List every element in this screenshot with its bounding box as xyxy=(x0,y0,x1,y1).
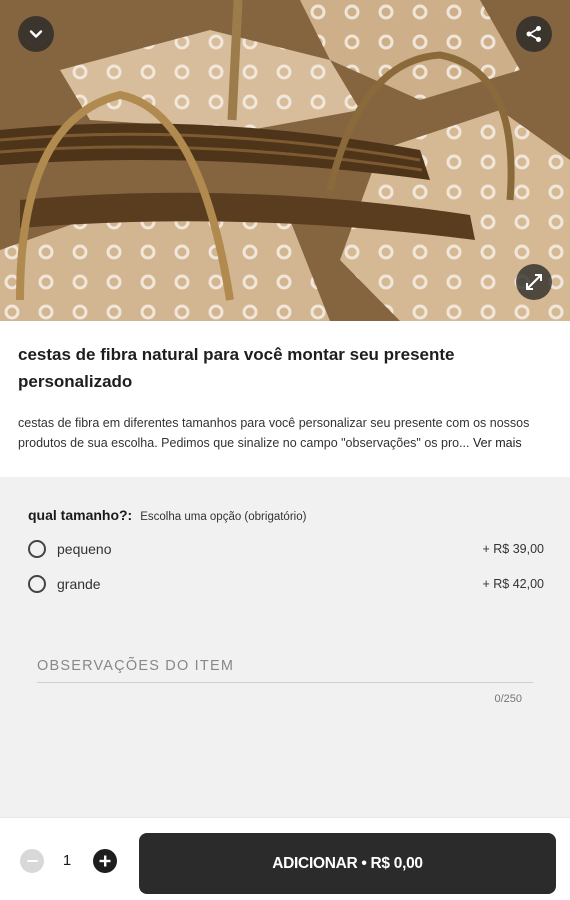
collapse-button[interactable] xyxy=(18,16,54,52)
product-title: cestas de fibra natural para você montar… xyxy=(18,345,455,391)
minus-icon xyxy=(26,859,38,863)
options-panel: qual tamanho?: Escolha uma opção (obriga… xyxy=(0,477,570,817)
option-group-header: qual tamanho?: Escolha uma opção (obriga… xyxy=(28,507,306,523)
decrease-quantity-button[interactable] xyxy=(20,849,44,873)
add-to-cart-button[interactable]: ADICIONAR • R$ 0,00 xyxy=(139,833,556,894)
increase-quantity-button[interactable] xyxy=(93,849,117,873)
product-description: cestas de fibra em diferentes tamanhos p… xyxy=(18,413,558,453)
option-pequeno[interactable]: pequeno + R$ 39,00 xyxy=(28,536,544,562)
option-label: grande xyxy=(57,576,101,592)
basket-photo xyxy=(0,0,570,321)
expand-image-button[interactable] xyxy=(516,264,552,300)
option-price: + R$ 39,00 xyxy=(482,542,544,556)
notes-field[interactable]: OBSERVAÇÕES DO ITEM xyxy=(37,658,234,674)
option-group-title: qual tamanho?: xyxy=(28,507,133,523)
radio-button[interactable] xyxy=(28,575,46,593)
share-icon xyxy=(526,26,541,42)
notes-char-counter: 0/250 xyxy=(494,693,522,705)
see-more-link[interactable]: Ver mais xyxy=(473,436,522,450)
cart-bar: 1 ADICIONAR • R$ 0,00 xyxy=(0,817,570,900)
option-grande[interactable]: grande + R$ 42,00 xyxy=(28,571,544,597)
option-label: pequeno xyxy=(57,541,112,557)
plus-icon xyxy=(99,855,111,867)
expand-icon xyxy=(526,274,542,290)
share-button[interactable] xyxy=(516,16,552,52)
option-price: + R$ 42,00 xyxy=(482,577,544,591)
radio-button[interactable] xyxy=(28,540,46,558)
product-image[interactable] xyxy=(0,0,570,321)
notes-underline xyxy=(37,682,533,683)
option-group-subtitle: Escolha uma opção (obrigatório) xyxy=(140,511,307,523)
description-text: cestas de fibra em diferentes tamanhos p… xyxy=(18,416,530,450)
product-info: cestas de fibra natural para você montar… xyxy=(0,321,570,477)
quantity-value: 1 xyxy=(62,852,72,869)
chevron-down-icon xyxy=(29,30,43,38)
